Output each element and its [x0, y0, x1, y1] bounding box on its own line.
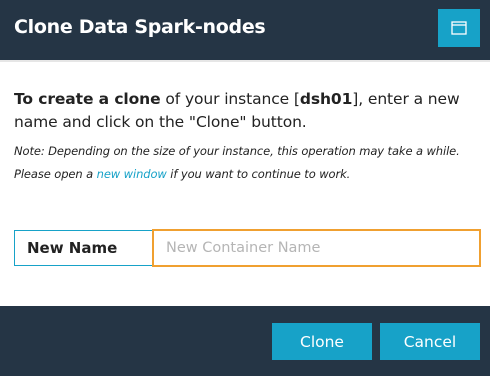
- dialog-footer: Clone Cancel: [0, 306, 490, 376]
- cancel-button[interactable]: Cancel: [380, 323, 480, 360]
- instance-name: dsh01: [299, 90, 353, 108]
- clone-button[interactable]: Clone: [272, 323, 372, 360]
- note-text: Note: Depending on the size of your inst…: [14, 140, 486, 186]
- new-name-label: New Name: [14, 230, 152, 266]
- new-name-input[interactable]: [152, 229, 481, 267]
- dialog-title: Clone Data Spark-nodes: [14, 16, 266, 38]
- intro-text: To create a clone of your instance [dsh0…: [14, 88, 484, 134]
- new-window-link[interactable]: new window: [97, 167, 167, 181]
- intro-part1: of your instance [: [160, 90, 300, 108]
- clone-dialog: Clone Data Spark-nodes To create a clone…: [0, 0, 490, 376]
- dialog-header: Clone Data Spark-nodes: [0, 0, 490, 62]
- window-maximize-icon: [451, 21, 467, 35]
- intro-bold: To create a clone: [14, 90, 161, 108]
- maximize-button[interactable]: [438, 9, 480, 47]
- dialog-body: To create a clone of your instance [dsh0…: [0, 62, 490, 306]
- note-part2: if you want to continue to work.: [166, 167, 351, 181]
